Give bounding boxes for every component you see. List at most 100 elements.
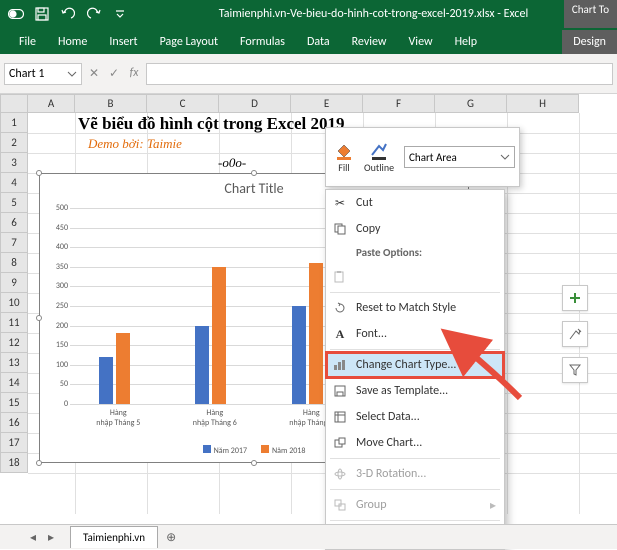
- save-icon[interactable]: [32, 4, 52, 24]
- cell-demo: Demo bởi: Taimie: [88, 136, 182, 152]
- name-box[interactable]: Chart 1: [4, 63, 82, 85]
- context-menu: ✂Cut Copy Paste Options: Reset to Match …: [325, 189, 505, 550]
- chart-bar[interactable]: [309, 263, 323, 404]
- row-header[interactable]: 10: [0, 293, 28, 313]
- chart-bar[interactable]: [292, 306, 306, 404]
- cell-separator: -o0o-: [218, 155, 246, 171]
- menu-reset-style[interactable]: Reset to Match Style: [326, 295, 504, 321]
- enter-icon[interactable]: ✓: [106, 66, 122, 81]
- group-icon: [332, 497, 348, 513]
- row-header[interactable]: 11: [0, 313, 28, 333]
- row-header[interactable]: 17: [0, 433, 28, 453]
- undo-icon[interactable]: [58, 4, 78, 24]
- row-header[interactable]: 6: [0, 213, 28, 233]
- legend-label-2: Năm 2018: [272, 446, 305, 456]
- row-header[interactable]: 9: [0, 273, 28, 293]
- tab-page-layout[interactable]: Page Layout: [149, 30, 229, 54]
- column-header[interactable]: B: [75, 94, 147, 113]
- row-header[interactable]: 3: [0, 153, 28, 173]
- legend-label-1: Năm 2017: [214, 446, 247, 456]
- legend-swatch-2: [261, 445, 269, 453]
- tab-help[interactable]: Help: [444, 30, 489, 54]
- formula-bar: Chart 1 ✕ ✓ fx: [0, 54, 617, 94]
- select-all-corner[interactable]: [0, 94, 28, 113]
- fx-icon[interactable]: fx: [126, 66, 142, 81]
- column-header[interactable]: E: [291, 94, 363, 113]
- spreadsheet-grid: ABCDEFGH 123456789101112131415161718 Vẽ …: [0, 94, 617, 514]
- paste-options-header: Paste Options:: [326, 242, 504, 264]
- menu-cut[interactable]: ✂Cut: [326, 190, 504, 216]
- sheet-tab-1[interactable]: Taimienphi.vn: [70, 526, 158, 548]
- select-data-icon: [332, 409, 348, 425]
- legend-swatch-1: [203, 445, 211, 453]
- save-template-icon: [332, 383, 348, 399]
- menu-select-data[interactable]: Select Data...: [326, 404, 504, 430]
- chart-y-axis: 050100150200250300350400450500: [48, 208, 68, 404]
- row-header[interactable]: 8: [0, 253, 28, 273]
- chevron-down-icon: [67, 69, 77, 79]
- sheet-nav-prev[interactable]: ◂: [24, 530, 42, 545]
- row-header[interactable]: 7: [0, 233, 28, 253]
- row-header[interactable]: 16: [0, 413, 28, 433]
- fill-button[interactable]: Fill: [330, 139, 358, 176]
- chart-side-buttons: [562, 285, 588, 383]
- menu-move-chart[interactable]: Move Chart...: [326, 430, 504, 456]
- row-header[interactable]: 13: [0, 353, 28, 373]
- tab-view[interactable]: View: [398, 30, 444, 54]
- row-header[interactable]: 14: [0, 373, 28, 393]
- autosave-toggle[interactable]: [6, 4, 26, 24]
- tab-data[interactable]: Data: [296, 30, 341, 54]
- row-headers: 123456789101112131415161718: [0, 113, 28, 473]
- ribbon-tabs: File Home Insert Page Layout Formulas Da…: [0, 28, 617, 54]
- column-header[interactable]: A: [28, 94, 75, 113]
- chart-elements-button[interactable]: [562, 285, 588, 311]
- chart-bar[interactable]: [99, 357, 113, 404]
- tab-file[interactable]: File: [8, 30, 47, 54]
- menu-change-chart-type[interactable]: Change Chart Type...: [326, 352, 504, 378]
- qat-dropdown-icon[interactable]: [110, 4, 130, 24]
- column-header[interactable]: F: [363, 94, 435, 113]
- chart-filter-button[interactable]: [562, 357, 588, 383]
- column-header[interactable]: D: [219, 94, 291, 113]
- menu-paste: [326, 264, 504, 290]
- chart-bar[interactable]: [212, 267, 226, 404]
- name-box-value: Chart 1: [9, 67, 44, 81]
- row-header[interactable]: 12: [0, 333, 28, 353]
- menu-font[interactable]: AFont...: [326, 321, 504, 347]
- tab-review[interactable]: Review: [341, 30, 398, 54]
- tab-insert[interactable]: Insert: [98, 30, 148, 54]
- menu-3d-rotation: 3-D Rotation...: [326, 461, 504, 487]
- sheet-nav-next[interactable]: ▸: [42, 530, 60, 545]
- column-header[interactable]: G: [435, 94, 507, 113]
- chart-styles-button[interactable]: [562, 321, 588, 347]
- chart-tools-label: Chart To: [564, 0, 617, 28]
- sheet-area[interactable]: Vẽ biểu đồ hình cột trong Excel 2019 Dem…: [28, 113, 617, 514]
- menu-copy[interactable]: Copy: [326, 216, 504, 242]
- tab-formulas[interactable]: Formulas: [229, 30, 296, 54]
- chevron-down-icon: [500, 152, 510, 162]
- formula-input[interactable]: [146, 63, 613, 85]
- tab-design[interactable]: Design: [562, 30, 617, 54]
- cut-icon: ✂: [332, 195, 348, 211]
- column-header[interactable]: H: [507, 94, 579, 113]
- row-header[interactable]: 15: [0, 393, 28, 413]
- column-headers: ABCDEFGH: [28, 94, 579, 113]
- chart-bar[interactable]: [195, 326, 209, 404]
- cancel-icon[interactable]: ✕: [86, 66, 102, 81]
- row-header[interactable]: 1: [0, 113, 28, 133]
- paste-icon: [332, 269, 348, 285]
- chart-element-selector[interactable]: Chart Area: [404, 146, 515, 168]
- row-header[interactable]: 2: [0, 133, 28, 153]
- new-sheet-button[interactable]: ⊕: [158, 526, 184, 549]
- row-header[interactable]: 18: [0, 453, 28, 473]
- formula-icons: ✕ ✓ fx: [86, 66, 142, 81]
- tab-home[interactable]: Home: [47, 30, 98, 54]
- redo-icon[interactable]: [84, 4, 104, 24]
- menu-save-template[interactable]: Save as Template...: [326, 378, 504, 404]
- outline-button[interactable]: Outline: [360, 139, 398, 176]
- column-header[interactable]: C: [147, 94, 219, 113]
- menu-group: Group▸: [326, 492, 504, 518]
- row-header[interactable]: 5: [0, 193, 28, 213]
- row-header[interactable]: 4: [0, 173, 28, 193]
- chart-bar[interactable]: [116, 333, 130, 404]
